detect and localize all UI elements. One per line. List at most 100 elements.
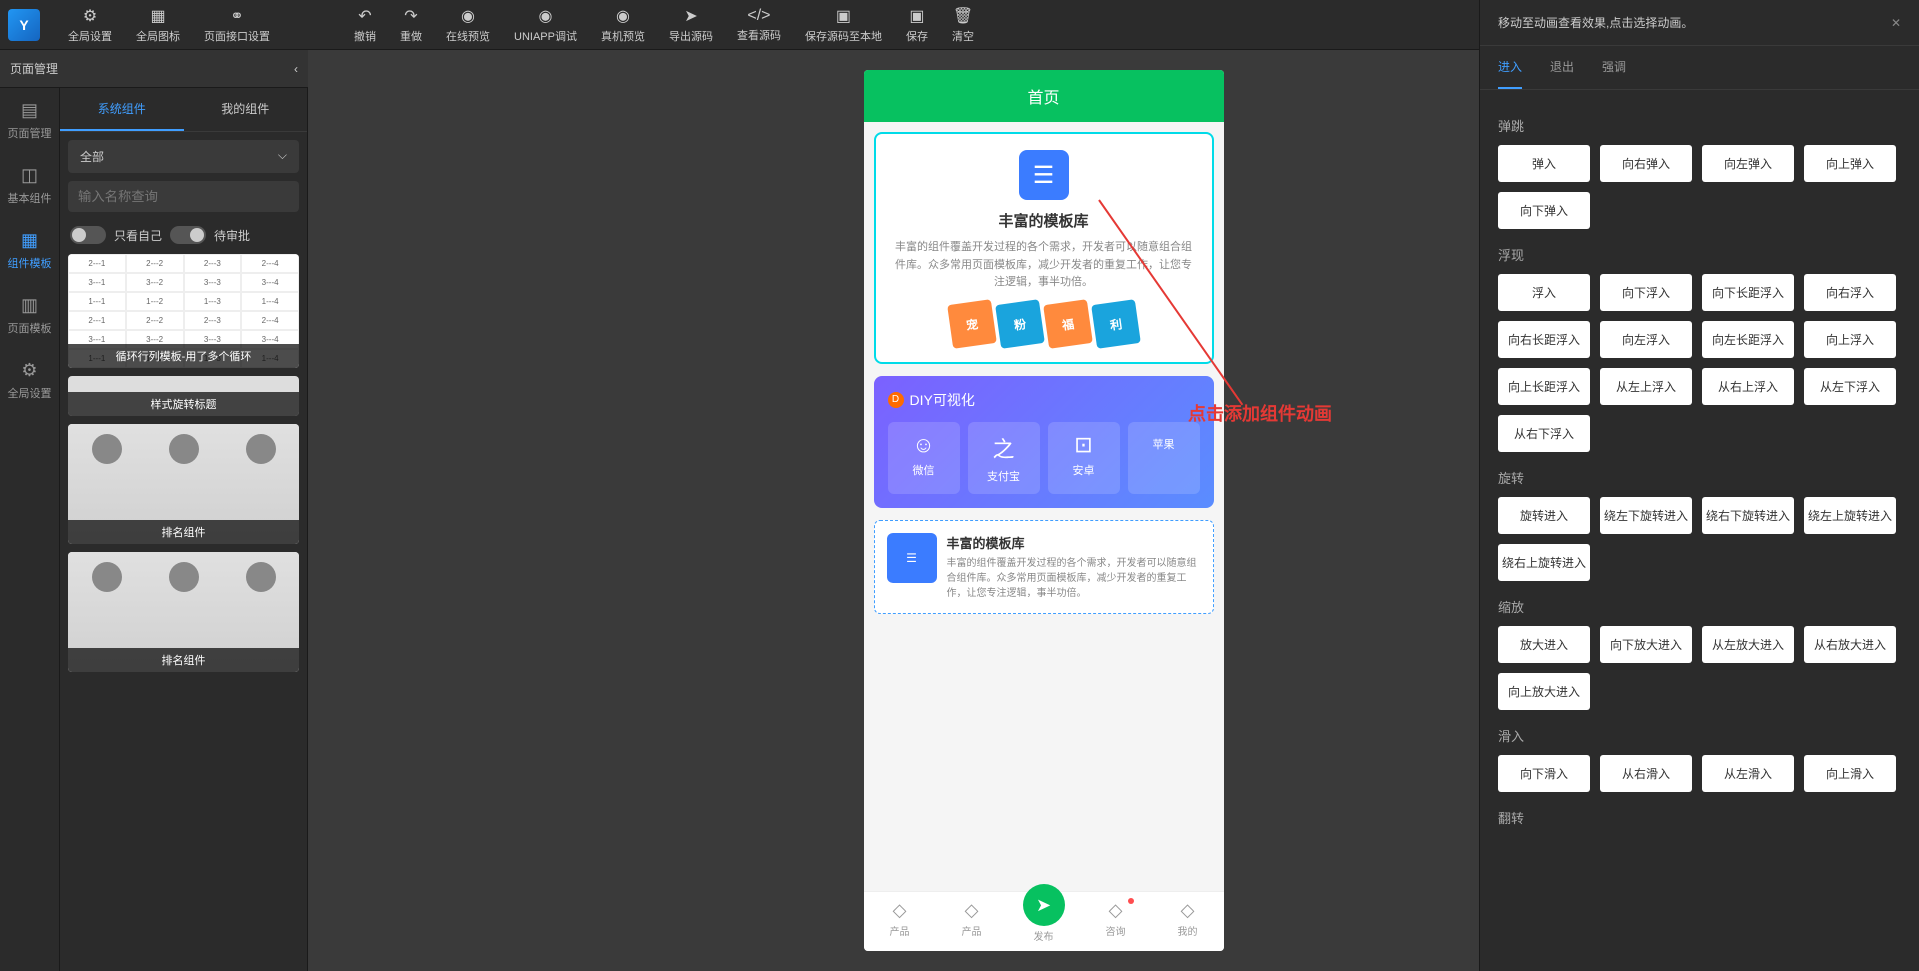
platform-grid: ☺微信之支付宝⊡安卓苹果 xyxy=(888,422,1200,494)
platform-item[interactable]: ☺微信 xyxy=(888,422,960,494)
template-card[interactable]: ☰ 丰富的模板库 丰富的组件覆盖开发过程的各个需求，开发者可以随意组合组件库。众… xyxy=(874,132,1214,364)
nav-item-1[interactable]: ◫基本组件 xyxy=(0,153,59,218)
anim-button[interactable]: 向右弹入 xyxy=(1600,145,1692,182)
nav-item-4[interactable]: ⚙全局设置 xyxy=(0,348,59,413)
anim-button[interactable]: 向右浮入 xyxy=(1804,274,1896,311)
template-item[interactable]: 排名组件 xyxy=(68,552,299,672)
anim-tab-强调[interactable]: 强调 xyxy=(1602,46,1626,89)
anim-button[interactable]: 向上弹入 xyxy=(1804,145,1896,182)
template-item[interactable]: 排名组件 xyxy=(68,424,299,544)
anim-button[interactable]: 浮入 xyxy=(1498,274,1590,311)
uniapp-debug-button[interactable]: ◉UNIAPP调试 xyxy=(502,2,589,48)
link-icon: ⚭ xyxy=(230,6,243,26)
save-button[interactable]: ▣保存 xyxy=(894,2,940,48)
nav-icon: ◫ xyxy=(21,165,38,186)
anim-button[interactable]: 向上浮入 xyxy=(1804,321,1896,358)
redo-button[interactable]: ↷重做 xyxy=(388,2,434,48)
anim-button[interactable]: 向下长距浮入 xyxy=(1702,274,1794,311)
global-settings-button[interactable]: ⚙全局设置 xyxy=(56,2,124,48)
only-self-toggle[interactable] xyxy=(70,226,106,244)
anim-tab-退出[interactable]: 退出 xyxy=(1550,46,1574,89)
global-icon-button[interactable]: ▦全局图标 xyxy=(124,2,192,48)
anim-button[interactable]: 绕左下旋转进入 xyxy=(1600,497,1692,534)
pending-toggle[interactable] xyxy=(170,226,206,244)
tabbar-item[interactable]: ◇产品 xyxy=(864,892,936,951)
send-icon: ➤ xyxy=(684,6,697,26)
search-input[interactable] xyxy=(68,181,299,212)
view-source-button[interactable]: </>查看源码 xyxy=(725,3,793,47)
category-dropdown[interactable]: 全部 ⌵ xyxy=(68,140,299,173)
nav-icon: ▤ xyxy=(21,100,38,121)
anim-button[interactable]: 向下弹入 xyxy=(1498,192,1590,229)
device-preview-button[interactable]: ◉真机预览 xyxy=(589,2,657,48)
anim-button[interactable]: 向左长距浮入 xyxy=(1702,321,1794,358)
collapse-icon[interactable]: ‹ xyxy=(294,62,298,76)
anim-button[interactable]: 旋转进入 xyxy=(1498,497,1590,534)
anim-button[interactable]: 向上长距浮入 xyxy=(1498,368,1590,405)
template-item[interactable]: 2---12---22---32---43---13---23---33---4… xyxy=(68,254,299,368)
image-icon: ▦ xyxy=(150,6,165,26)
platform-item[interactable]: ⊡安卓 xyxy=(1048,422,1120,494)
nav-item-3[interactable]: ▥页面模板 xyxy=(0,283,59,348)
close-icon[interactable]: ✕ xyxy=(1891,16,1901,30)
anim-button[interactable]: 向右长距浮入 xyxy=(1498,321,1590,358)
nav-icon: ▥ xyxy=(21,295,38,316)
anim-button[interactable]: 从右下浮入 xyxy=(1498,415,1590,452)
diy-card[interactable]: D DIY可视化 ☺微信之支付宝⊡安卓苹果 xyxy=(874,376,1214,508)
pending-label: 待审批 xyxy=(214,227,250,244)
anim-button[interactable]: 绕右下旋转进入 xyxy=(1702,497,1794,534)
anim-tab-进入[interactable]: 进入 xyxy=(1498,46,1522,89)
tabbar-item[interactable]: ➤发布 xyxy=(1008,892,1080,951)
anim-button[interactable]: 向上滑入 xyxy=(1804,755,1896,792)
anim-button[interactable]: 绕左上旋转进入 xyxy=(1804,497,1896,534)
phone-tabbar: ◇产品◇产品➤发布◇咨询◇我的 xyxy=(864,891,1224,951)
left-nav: ▤页面管理◫基本组件▦组件模板▥页面模板⚙全局设置 xyxy=(0,50,60,971)
template-item[interactable]: 样式旋转标题 xyxy=(68,376,299,416)
app-logo[interactable]: Y xyxy=(8,9,40,41)
save-icon: ▣ xyxy=(836,6,851,26)
anim-button[interactable]: 向下滑入 xyxy=(1498,755,1590,792)
clear-button[interactable]: 🗑清空 xyxy=(940,2,986,48)
tabbar-item[interactable]: ◇咨询 xyxy=(1080,892,1152,951)
anim-button[interactable]: 绕右上旋转进入 xyxy=(1498,544,1590,581)
anim-button[interactable]: 从右滑入 xyxy=(1600,755,1692,792)
platform-item[interactable]: 之支付宝 xyxy=(968,422,1040,494)
save-icon: ▣ xyxy=(909,6,924,26)
promo-tile: 宠 xyxy=(947,299,997,349)
anim-button[interactable]: 弹入 xyxy=(1498,145,1590,182)
anim-button[interactable]: 向左弹入 xyxy=(1702,145,1794,182)
online-preview-button[interactable]: ◉在线预览 xyxy=(434,2,502,48)
tabbar-item[interactable]: ◇产品 xyxy=(936,892,1008,951)
export-source-button[interactable]: ➤导出源码 xyxy=(657,2,725,48)
code-icon: </> xyxy=(747,7,770,25)
anim-panel-header: 移动至动画查看效果,点击选择动画。 ✕ xyxy=(1480,0,1919,46)
only-self-label: 只看自己 xyxy=(114,227,162,244)
nav-item-0[interactable]: ▤页面管理 xyxy=(0,88,59,153)
nav-item-2[interactable]: ▦组件模板 xyxy=(0,218,59,283)
undo-button[interactable]: ↶撤销 xyxy=(342,2,388,48)
anim-button[interactable]: 从右放大进入 xyxy=(1804,626,1896,663)
tabbar-item[interactable]: ◇我的 xyxy=(1152,892,1224,951)
template-card-2[interactable]: ☰ 丰富的模板库 丰富的组件覆盖开发过程的各个需求，开发者可以随意组合组件库。众… xyxy=(874,520,1214,614)
page-api-button[interactable]: ⚭页面接口设置 xyxy=(192,2,282,48)
trash-icon: 🗑 xyxy=(953,6,973,26)
promo-tile: 利 xyxy=(1091,299,1141,349)
anim-button[interactable]: 放大进入 xyxy=(1498,626,1590,663)
anim-button[interactable]: 向上放大进入 xyxy=(1498,673,1590,710)
anim-panel-title: 移动至动画查看效果,点击选择动画。 xyxy=(1498,14,1693,31)
anim-button[interactable]: 从左下浮入 xyxy=(1804,368,1896,405)
platform-item[interactable]: 苹果 xyxy=(1128,422,1200,494)
tabbar-icon: ◇ xyxy=(868,900,932,921)
anim-button[interactable]: 从左滑入 xyxy=(1702,755,1794,792)
anim-button[interactable]: 从右上浮入 xyxy=(1702,368,1794,405)
anim-button[interactable]: 向下放大进入 xyxy=(1600,626,1692,663)
anim-button[interactable]: 从左上浮入 xyxy=(1600,368,1692,405)
anim-group-title: 翻转 xyxy=(1498,808,1901,827)
tab-system-components[interactable]: 系统组件 xyxy=(60,88,184,131)
save-local-button[interactable]: ▣保存源码至本地 xyxy=(793,2,894,48)
anim-button[interactable]: 向左浮入 xyxy=(1600,321,1692,358)
anim-group-title: 滑入 xyxy=(1498,726,1901,745)
tab-my-components[interactable]: 我的组件 xyxy=(184,88,308,131)
anim-button[interactable]: 向下浮入 xyxy=(1600,274,1692,311)
anim-button[interactable]: 从左放大进入 xyxy=(1702,626,1794,663)
